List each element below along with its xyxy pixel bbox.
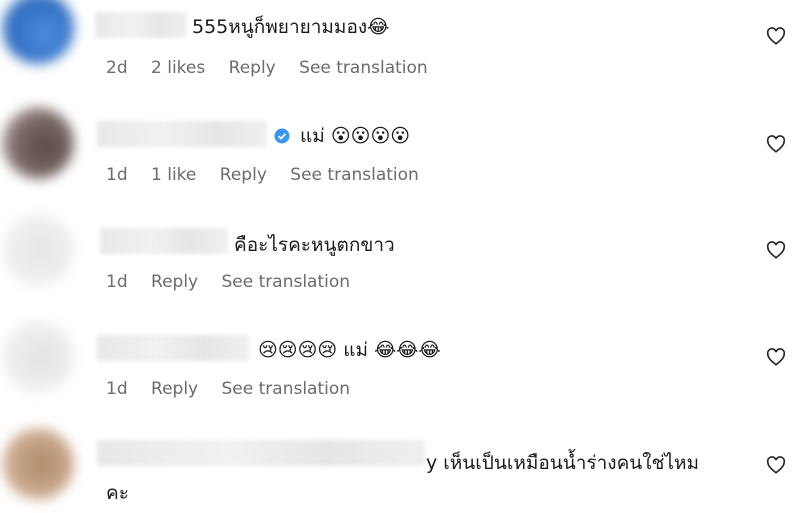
avatar[interactable] (2, 214, 74, 286)
reply-button[interactable]: Reply (229, 58, 276, 78)
username-redacted[interactable] (97, 335, 249, 361)
comment-text: 😢😢😢😢 แม่ 😂😂😂 (258, 339, 441, 361)
username-redacted[interactable] (97, 440, 425, 466)
see-translation-button[interactable]: See translation (299, 58, 428, 78)
avatar[interactable] (2, 428, 74, 500)
username-redacted[interactable] (97, 121, 267, 147)
avatar[interactable] (2, 321, 74, 393)
comment-age: 1d (106, 165, 128, 185)
username-redacted[interactable] (95, 12, 187, 38)
heart-outline-icon[interactable] (766, 348, 786, 366)
comment-text: แม่ 😮😮😮😮 (300, 125, 411, 147)
comment-text: 555หนูก็พยายามมอง😂 (192, 16, 390, 38)
comment-text: คือะไรคะหนูตกขาว (234, 234, 395, 256)
comment-meta: 1d Reply See translation (106, 272, 368, 292)
comment-age: 1d (106, 379, 128, 399)
comment-text-row: แม่ 😮😮😮😮 (270, 121, 410, 151)
likes-count[interactable]: 2 likes (151, 58, 205, 78)
comment-text-line-1: y เห็นเป็นเหมือนน้ำร่างคนใช่ไหม (426, 452, 700, 474)
see-translation-button[interactable]: See translation (290, 165, 419, 185)
comment-age: 1d (106, 272, 128, 292)
comment-age: 2d (106, 58, 128, 78)
see-translation-button[interactable]: See translation (222, 272, 351, 292)
comment-meta: 1d 1 like Reply See translation (106, 165, 437, 185)
username-redacted[interactable] (100, 228, 228, 254)
likes-count[interactable]: 1 like (151, 165, 196, 185)
verified-badge-icon (274, 128, 290, 144)
reply-button[interactable]: Reply (151, 379, 198, 399)
see-translation-button[interactable]: See translation (222, 379, 351, 399)
heart-outline-icon[interactable] (766, 241, 786, 259)
comment-text-line-2: คะ (106, 482, 129, 504)
heart-outline-icon[interactable] (766, 27, 786, 45)
heart-outline-icon[interactable] (766, 135, 786, 153)
reply-button[interactable]: Reply (151, 272, 198, 292)
avatar[interactable] (2, 0, 74, 64)
comment-meta: 2d 2 likes Reply See translation (106, 58, 446, 78)
avatar[interactable] (2, 107, 74, 179)
heart-outline-icon[interactable] (766, 456, 786, 474)
reply-button[interactable]: Reply (220, 165, 267, 185)
comment-meta: 1d Reply See translation (106, 379, 368, 399)
